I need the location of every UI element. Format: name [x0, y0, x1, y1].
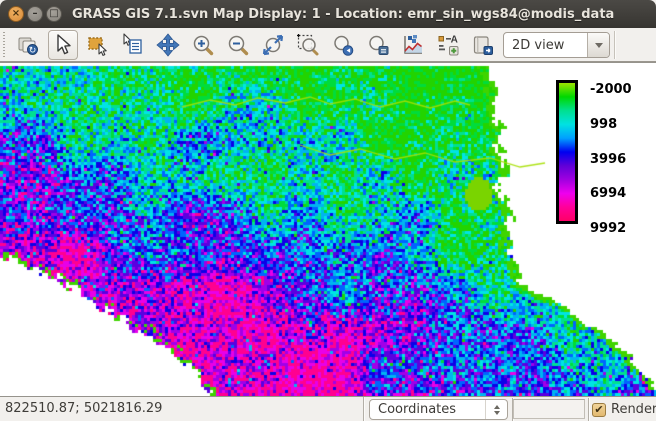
coordinates-display: 822510.87; 5021816.29: [0, 397, 364, 421]
select-region-icon: [86, 33, 110, 57]
spinner-icon[interactable]: [485, 400, 507, 419]
query-button[interactable]: [118, 30, 148, 60]
render-map-icon: ↻: [16, 33, 40, 57]
add-overlay-icon: A: [436, 33, 460, 57]
zoom-back-button[interactable]: [328, 30, 358, 60]
statusbar-mode-value: Coordinates: [370, 402, 485, 417]
legend-label: -2000: [590, 82, 632, 97]
minimize-icon[interactable]: –: [27, 6, 43, 22]
legend-label: 6994: [590, 186, 626, 201]
view-mode-dropdown[interactable]: 2D view: [503, 32, 610, 58]
statusbar-mode-selector[interactable]: Coordinates: [369, 399, 508, 420]
legend-color-bar: [556, 80, 578, 224]
svg-text:A: A: [451, 34, 458, 45]
svg-text:↻: ↻: [29, 45, 37, 55]
toolbar-grip[interactable]: [1, 32, 8, 58]
zoom-to-region-icon: [296, 33, 320, 57]
progress-panel: [513, 399, 585, 419]
legend-label: 998: [590, 117, 617, 132]
titlebar: × – □ GRASS GIS 7.1.svn Map Display: 1 -…: [0, 0, 656, 28]
pointer-button[interactable]: [48, 30, 78, 60]
select-region-button[interactable]: [83, 30, 113, 60]
zoom-out-icon: [226, 33, 250, 57]
toolbar-separator: [614, 31, 615, 59]
chevron-down-icon[interactable]: [587, 33, 609, 57]
render-option: ✔ Render: [592, 397, 656, 421]
pan-button[interactable]: [153, 30, 183, 60]
map-display[interactable]: -2000 998 3996 6994 9992: [0, 62, 656, 396]
render-checkbox[interactable]: ✔: [592, 403, 606, 417]
maximize-icon[interactable]: □: [46, 6, 62, 22]
legend-label: 3996: [590, 152, 626, 167]
zoom-extent-button[interactable]: [258, 30, 288, 60]
view-mode-value: 2D view: [504, 38, 587, 53]
statusbar: 822510.87; 5021816.29 Coordinates ✔ Rend…: [0, 396, 656, 421]
zoom-options-button[interactable]: [363, 30, 393, 60]
render-label: Render: [611, 402, 656, 417]
zoom-extent-icon: [261, 33, 285, 57]
zoom-back-icon: [331, 33, 355, 57]
export-display-button[interactable]: [468, 30, 498, 60]
zoom-out-button[interactable]: [223, 30, 253, 60]
render-map-button[interactable]: ↻: [13, 30, 43, 60]
map-display-window: × – □ GRASS GIS 7.1.svn Map Display: 1 -…: [0, 0, 656, 421]
close-icon[interactable]: ×: [8, 6, 24, 22]
zoom-in-icon: [191, 33, 215, 57]
map-toolbar: ↻: [0, 28, 656, 62]
map-legend: -2000 998 3996 6994 9992: [554, 78, 654, 243]
zoom-options-icon: [366, 33, 390, 57]
legend-label: 9992: [590, 221, 626, 236]
pointer-icon: [51, 33, 75, 57]
zoom-in-button[interactable]: [188, 30, 218, 60]
analyze-map-button[interactable]: [398, 30, 428, 60]
analyze-map-icon: [401, 33, 425, 57]
pan-icon: [156, 33, 180, 57]
zoom-to-region-button[interactable]: [293, 30, 323, 60]
export-display-icon: [471, 33, 495, 57]
add-overlay-button[interactable]: A: [433, 30, 463, 60]
query-icon: [121, 33, 145, 57]
window-title: GRASS GIS 7.1.svn Map Display: 1 - Locat…: [72, 7, 614, 22]
statusbar-separator: [588, 398, 589, 421]
